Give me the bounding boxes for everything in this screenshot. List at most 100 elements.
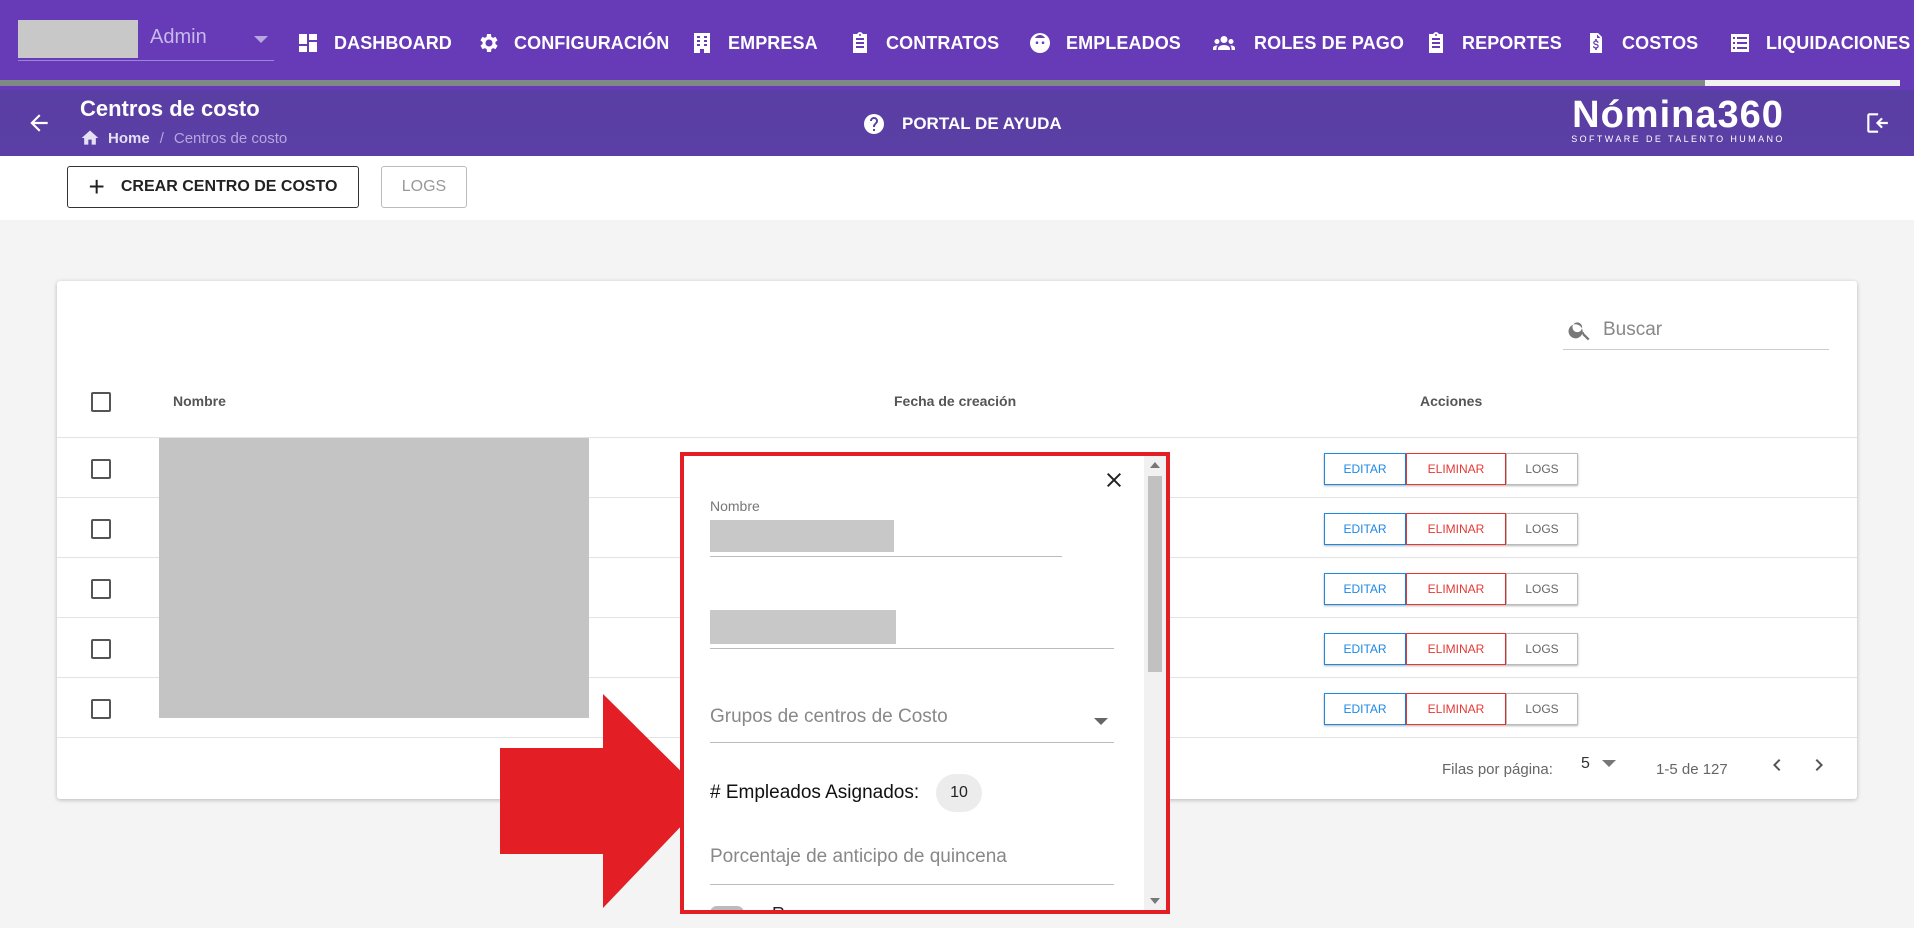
nav-label: COSTOS [1622,32,1699,53]
help-circle-icon [864,114,884,134]
row-checkbox[interactable] [91,519,111,539]
nav-label: LIQUIDACIONES [1766,32,1911,53]
nav-label: REPORTES [1462,32,1562,53]
logo-tagline: SOFTWARE DE TALENTO HUMANO [1571,134,1785,144]
logout-button[interactable] [1864,110,1890,136]
nav-configuracion[interactable]: CONFIGURACIÓN [476,26,669,60]
actions-toolbar: + CREAR CENTRO DE COSTO LOGS [0,156,1914,220]
nav-empleados[interactable]: EMPLEADOS [1028,26,1181,60]
next-page-button[interactable] [1807,753,1831,777]
nav-active-segment [1705,80,1900,86]
nav-roles-de-pago[interactable]: ROLES DE PAGO [1208,26,1404,60]
nav-empresa[interactable]: EMPRESA [690,26,818,60]
edit-button[interactable]: EDITAR [1324,573,1406,605]
edit-button[interactable]: EDITAR [1324,513,1406,545]
prev-page-button[interactable] [1765,753,1789,777]
chevron-down-icon [1094,718,1108,725]
column-header-acciones: Acciones [1420,393,1483,409]
nav-contratos[interactable]: CONTRATOS [848,26,999,60]
nav-label: EMPLEADOS [1066,32,1181,53]
breadcrumb-home[interactable]: Home [108,130,150,147]
edit-button[interactable]: EDITAR [1324,693,1406,725]
delete-button[interactable]: ELIMINAR [1406,513,1506,545]
rows-per-page-label: Filas por página: [1442,761,1553,778]
field-secondary-value-redacted[interactable] [710,610,896,644]
row-logs-button[interactable]: LOGS [1506,573,1578,605]
back-button[interactable] [26,110,52,136]
row-actions: EDITAR ELIMINAR LOGS [1324,513,1578,545]
plus-icon: + [88,171,105,202]
toggle-switch[interactable] [710,906,744,910]
row-actions: EDITAR ELIMINAR LOGS [1324,633,1578,665]
grupos-select-label: Grupos de centros de Costo [710,706,948,727]
pagination-range: 1-5 de 127 [1656,761,1728,778]
assigned-employees-count: 10 [936,774,982,812]
delete-button[interactable]: ELIMINAR [1406,693,1506,725]
rows-per-page-select[interactable]: 5 [1581,755,1616,773]
nav-label: ROLES DE PAGO [1254,32,1404,53]
field-nombre-underline [710,556,1062,557]
chevron-left-icon [1773,759,1781,771]
top-navbar: Admin DASHBOARD CONFIGURACIÓN EMPRESA CO… [0,0,1914,90]
cut-off-option-label: Roca [772,904,815,914]
cost-center-edit-dialog: Nombre Grupos de centros de Costo # Empl… [680,452,1170,914]
delete-button[interactable]: ELIMINAR [1406,573,1506,605]
chevron-right-icon [1815,759,1823,771]
edit-button[interactable]: EDITAR [1324,453,1406,485]
page-header-bar: Centros de costo Home / Centros de costo… [0,90,1914,156]
nav-costos[interactable]: COSTOS [1584,26,1698,60]
advance-percentage-field[interactable]: Porcentaje de anticipo de quincena [710,846,1007,868]
nav-active-indicator [0,80,1900,86]
close-button[interactable] [1102,468,1126,492]
nav-reportes[interactable]: REPORTES [1424,26,1562,60]
field-secondary-underline [710,648,1114,649]
scroll-up-arrow[interactable] [1150,462,1160,468]
nav-label: CONFIGURACIÓN [514,32,670,53]
select-all-checkbox[interactable] [91,392,111,412]
scroll-down-arrow[interactable] [1150,898,1160,904]
user-role-label: Admin [150,26,207,48]
delete-button[interactable]: ELIMINAR [1406,453,1506,485]
help-portal-link[interactable]: PORTAL DE AYUDA [862,112,1062,136]
row-checkbox[interactable] [91,699,111,719]
search-box [1563,309,1829,350]
field-nombre-value-redacted[interactable] [710,520,894,552]
redacted-username [18,20,138,58]
nav-liquidaciones[interactable]: LIQUIDACIONES [1728,26,1910,60]
logs-button[interactable]: LOGS [381,166,467,208]
dashboard-icon [299,34,317,52]
face-icon [1030,33,1050,53]
dialog-scrollbar[interactable] [1144,456,1166,910]
logo-main-text: Nómina360 [1572,94,1784,136]
column-header-fecha[interactable]: Fecha de creación [894,393,1016,409]
column-header-nombre[interactable]: Nombre [173,393,226,409]
nav-dashboard[interactable]: DASHBOARD [296,26,452,60]
chevron-down-icon [1601,760,1616,768]
delete-button[interactable]: ELIMINAR [1406,633,1506,665]
breadcrumb-separator: / [159,129,164,147]
row-logs-button[interactable]: LOGS [1506,633,1578,665]
arrow-left-icon [30,114,48,132]
breadcrumb-current: Centros de costo [173,129,288,147]
create-button-label: CREAR CENTRO DE COSTO [120,178,338,195]
scroll-thumb[interactable] [1148,476,1162,672]
nav-label: EMPRESA [728,32,818,53]
user-role-select[interactable]: Admin [18,18,274,61]
row-checkbox[interactable] [91,639,111,659]
row-checkbox[interactable] [91,579,111,599]
create-cost-center-button[interactable]: + CREAR CENTRO DE COSTO [67,166,359,208]
close-icon [1107,473,1121,487]
breadcrumb: Home / Centros de costo [80,128,287,148]
row-logs-button[interactable]: LOGS [1506,693,1578,725]
row-actions: EDITAR ELIMINAR LOGS [1324,573,1578,605]
edit-button[interactable]: EDITAR [1324,633,1406,665]
building-icon [694,33,710,53]
row-logs-button[interactable]: LOGS [1506,513,1578,545]
help-portal-label: PORTAL DE AYUDA [902,114,1062,133]
page-title: Centros de costo [80,96,260,121]
nav-label: CONTRATOS [886,32,1000,53]
row-checkbox[interactable] [91,459,111,479]
row-logs-button[interactable]: LOGS [1506,453,1578,485]
search-icon [1568,322,1590,341]
search-input[interactable] [1601,315,1825,345]
